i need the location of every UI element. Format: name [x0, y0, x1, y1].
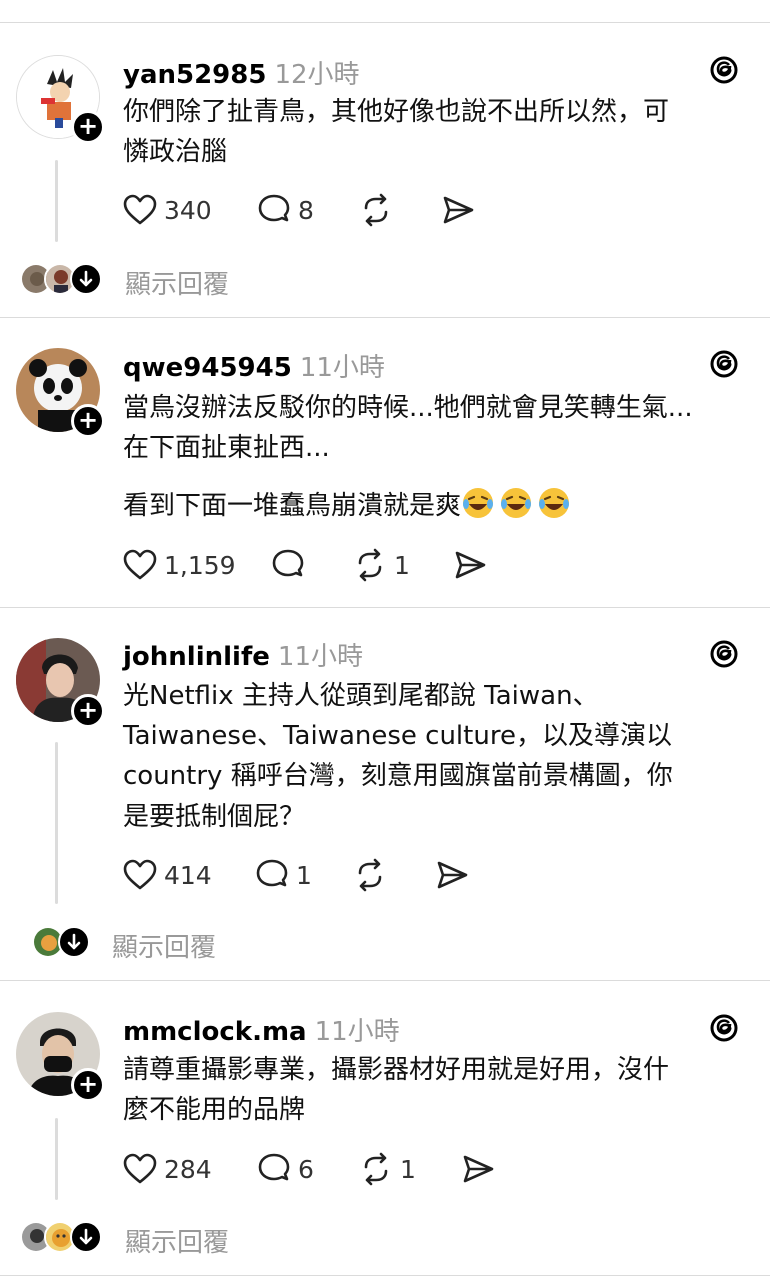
post-text: 看到下面一堆蠢鳥崩潰就是爽 [123, 491, 462, 521]
divider [0, 22, 770, 23]
show-replies-arrow-icon[interactable] [70, 263, 102, 295]
threads-logo-icon[interactable] [706, 1010, 742, 1046]
post-header: mmclock.ma 11小時 [123, 1011, 400, 1048]
like-button[interactable]: 340 [122, 190, 212, 230]
share-button[interactable] [452, 545, 488, 585]
reply-avatars[interactable] [20, 263, 110, 299]
post-text-line: Taiwanese、Taiwanese culture，以及導演以 [123, 721, 672, 751]
thread-line [55, 160, 58, 242]
laughing-tears-emoji-icon [463, 488, 494, 518]
threads-logo-icon[interactable] [706, 636, 742, 672]
divider [0, 980, 770, 981]
post-time: 11小時 [314, 1017, 400, 1047]
share-button[interactable] [434, 855, 470, 895]
share-button[interactable] [460, 1149, 496, 1189]
repost-icon [364, 193, 388, 227]
laughing-tears-emoji-icon [539, 488, 570, 518]
post-text-line: 你們除了扯青鳥，其他好像也說不出所以然，可 [123, 97, 670, 127]
post-header: johnlinlife 11小時 [123, 636, 363, 673]
post-text-line: 是要抵制個屁？ [123, 802, 306, 832]
thread-line [55, 742, 58, 904]
post-text-line: 憐政治腦 [123, 137, 228, 167]
username[interactable]: mmclock.ma [123, 1017, 307, 1047]
reply-avatars[interactable] [20, 1221, 110, 1257]
username[interactable]: yan52985 [123, 60, 266, 90]
share-send-icon [463, 1155, 494, 1183]
like-count: 414 [164, 860, 212, 890]
show-replies-arrow-icon[interactable] [70, 1221, 102, 1253]
post-header: yan52985 12小時 [123, 54, 360, 91]
post-time: 12小時 [274, 60, 360, 90]
reply-avatars[interactable] [32, 926, 102, 962]
heart-icon [123, 549, 157, 580]
repost-button[interactable] [352, 855, 388, 895]
repost-button[interactable]: 1 [358, 1149, 416, 1189]
username[interactable]: johnlinlife [123, 642, 270, 672]
comment-bubble-icon [258, 1153, 290, 1181]
post-text-line: 看到下面一堆蠢鳥崩潰就是爽 [123, 486, 571, 526]
thread-line [55, 1118, 58, 1200]
show-replies-arrow-icon[interactable] [58, 926, 90, 958]
follow-plus-button[interactable]: + [71, 404, 105, 438]
like-button[interactable]: 414 [122, 855, 212, 895]
post-time: 11小時 [277, 642, 363, 672]
post-text-line: 麼不能用的品牌 [123, 1095, 306, 1125]
divider [0, 607, 770, 608]
repost-count: 1 [400, 1154, 416, 1184]
comment-count: 1 [296, 860, 312, 890]
post-text-line: 光Netflix 主持人從頭到尾都說 Taiwan、 [123, 681, 599, 711]
repost-icon [364, 1152, 388, 1186]
share-send-icon [455, 551, 486, 579]
comment-bubble-icon [272, 549, 304, 577]
comment-count: 8 [298, 195, 314, 225]
follow-plus-button[interactable]: + [71, 110, 105, 144]
heart-icon [123, 859, 157, 890]
threads-logo-icon[interactable] [706, 346, 742, 382]
threads-logo-icon[interactable] [706, 52, 742, 88]
repost-count: 1 [394, 550, 410, 580]
repost-button[interactable]: 1 [352, 545, 410, 585]
comment-button[interactable]: 8 [256, 190, 314, 230]
share-button[interactable] [440, 190, 476, 230]
like-count: 284 [164, 1154, 212, 1184]
show-replies-link[interactable]: 顯示回覆 [125, 264, 229, 301]
share-send-icon [443, 196, 474, 224]
like-count: 1,159 [164, 550, 236, 580]
show-replies-link[interactable]: 顯示回覆 [112, 927, 216, 964]
heart-icon [123, 194, 157, 225]
post-text-line: 當鳥沒辦法反駁你的時候...牠們就會見笑轉生氣... [123, 393, 693, 423]
post-text-line: 在下面扯東扯西... [123, 433, 330, 463]
post-text-line: country 稱呼台灣，刻意用國旗當前景構圖，你 [123, 761, 673, 791]
post-text-line: 請尊重攝影專業，攝影器材好用就是好用，沒什 [123, 1055, 670, 1085]
like-button[interactable]: 284 [122, 1149, 212, 1189]
heart-icon [123, 1153, 157, 1184]
like-button[interactable]: 1,159 [122, 545, 236, 585]
post-time: 11小時 [299, 353, 385, 383]
like-count: 340 [164, 195, 212, 225]
divider [0, 1275, 770, 1276]
comment-bubble-icon [258, 194, 290, 222]
show-replies-link[interactable]: 顯示回覆 [125, 1222, 229, 1259]
divider [0, 317, 770, 318]
comment-button[interactable] [270, 545, 306, 585]
username[interactable]: qwe945945 [123, 353, 292, 383]
follow-plus-button[interactable]: + [71, 694, 105, 728]
share-send-icon [437, 861, 468, 889]
comment-bubble-icon [256, 859, 288, 887]
post-header: qwe945945 11小時 [123, 347, 385, 384]
repost-icon [358, 858, 382, 892]
comment-button[interactable]: 1 [254, 855, 312, 895]
comment-count: 6 [298, 1154, 314, 1184]
comment-button[interactable]: 6 [256, 1149, 314, 1189]
laughing-tears-emoji-icon [501, 488, 532, 518]
follow-plus-button[interactable]: + [71, 1068, 105, 1102]
repost-button[interactable] [358, 190, 394, 230]
repost-icon [358, 548, 382, 582]
